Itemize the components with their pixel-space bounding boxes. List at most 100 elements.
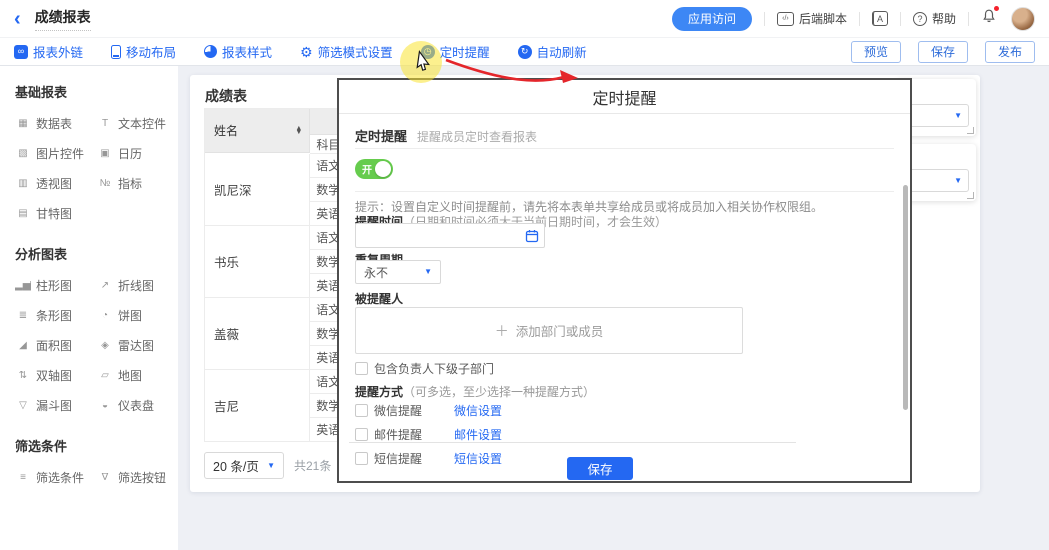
- refresh-icon: ↻: [518, 45, 532, 59]
- section-analysis-charts: 分析图表: [15, 244, 178, 263]
- reminder-time-field: [355, 223, 545, 248]
- sidebar-item-column-chart[interactable]: ▂▅▇柱形图: [15, 277, 97, 294]
- dialog-title: 定时提醒: [339, 80, 910, 114]
- area-chart-icon: ◢: [15, 341, 31, 351]
- sidebar-item-bar-chart[interactable]: ≣条形图: [15, 307, 97, 324]
- sidebar-item-funnel-chart[interactable]: ▽漏斗图: [15, 397, 97, 414]
- app-access-button[interactable]: 应用访问: [672, 7, 752, 31]
- sidebar-item-calendar[interactable]: ▣日历: [97, 145, 175, 162]
- help-button[interactable]: ? 帮助: [913, 10, 956, 27]
- user-avatar[interactable]: [1011, 7, 1035, 31]
- tab-report-external-link[interactable]: ∞ 报表外链: [14, 42, 83, 61]
- wechat-checkbox[interactable]: [355, 404, 368, 417]
- email-settings-link[interactable]: 邮件设置: [454, 426, 502, 443]
- report-designer-app: ‹ 成绩报表 应用访问 ‹/› 后端脚本 A ? 帮助 ∞: [0, 0, 1049, 550]
- sidebar-item-dual-axis-chart[interactable]: ⇅双轴图: [15, 367, 97, 384]
- section-basic-reports: 基础报表: [15, 82, 178, 101]
- email-checkbox[interactable]: [355, 428, 368, 441]
- chevron-down-icon: ▼: [267, 462, 275, 470]
- reminder-toggle-on[interactable]: 开: [355, 159, 393, 179]
- chevron-down-icon: ▼: [424, 268, 432, 276]
- image-widget-icon: ▧: [15, 149, 31, 159]
- plus-icon: ＋: [495, 321, 509, 341]
- sidebar-item-filter-condition[interactable]: ≡筛选条件: [15, 469, 97, 486]
- sms-checkbox[interactable]: [355, 452, 368, 465]
- back-icon[interactable]: ‹: [14, 9, 21, 29]
- reminder-time-input[interactable]: [356, 224, 520, 247]
- sidebar-item-gauge[interactable]: ◒仪表盘: [97, 397, 175, 414]
- pie-style-icon: [204, 45, 217, 58]
- table-row-name: 吉尼: [205, 370, 310, 442]
- page-size-select[interactable]: 20 条/页 ▼: [204, 452, 284, 479]
- table-title: 成绩表: [205, 86, 247, 106]
- section-filter-conditions: 筛选条件: [15, 436, 178, 455]
- save-button[interactable]: 保存: [918, 41, 968, 63]
- gear-icon: ⚙: [300, 45, 313, 59]
- bar-chart-icon: ≣: [15, 311, 31, 321]
- gantt-icon: ▤: [15, 209, 31, 219]
- tab-mobile-layout[interactable]: 移动布局: [111, 42, 176, 61]
- table-row-name: 书乐: [205, 226, 310, 298]
- add-members-button[interactable]: ＋ 添加部门或成员: [355, 307, 743, 354]
- doc-a-icon: A: [872, 11, 888, 26]
- footer-divider: [349, 442, 796, 443]
- include-sub-checkbox[interactable]: [355, 362, 368, 375]
- sort-control[interactable]: ▲▼: [295, 127, 302, 135]
- code-icon: ‹/›: [777, 12, 794, 26]
- chevron-down-icon: ▼: [954, 112, 962, 120]
- dialog-save-button[interactable]: 保存: [567, 457, 633, 480]
- widget-sidebar: 基础报表 ▦数据表 T文本控件 ▧图片控件 ▣日历 ▥透视图 №指标 ▤甘特图 …: [0, 66, 178, 550]
- column-header-name: 姓名 ▲▼: [205, 109, 310, 153]
- field-dictionary-button[interactable]: A: [872, 11, 888, 26]
- calendar-picker-icon[interactable]: [520, 229, 544, 243]
- sidebar-item-map-chart[interactable]: ▱地图: [97, 367, 175, 384]
- reminder-section-header: 定时提醒 提醒成员定时查看报表: [355, 126, 537, 145]
- method-row-email: 邮件提醒 邮件设置: [355, 427, 894, 442]
- alarm-icon: ◷: [421, 45, 435, 59]
- dual-axis-icon: ⇅: [15, 371, 31, 381]
- calendar-widget-icon: ▣: [97, 149, 113, 159]
- tab-scheduled-reminder[interactable]: ◷ 定时提醒: [421, 42, 490, 61]
- publish-button[interactable]: 发布: [985, 41, 1035, 63]
- tab-report-style[interactable]: 报表样式: [204, 42, 272, 61]
- question-icon: ?: [913, 12, 927, 26]
- toggle-knob: [375, 161, 391, 177]
- table-row-name: 凯尼深: [205, 154, 310, 226]
- indicator-icon: №: [97, 179, 113, 189]
- sidebar-item-line-chart[interactable]: ↗折线图: [97, 277, 175, 294]
- sidebar-item-area-chart[interactable]: ◢面积图: [15, 337, 97, 354]
- sidebar-item-pie-chart[interactable]: ◔饼图: [97, 307, 175, 324]
- pivot-icon: ▥: [15, 179, 31, 189]
- sidebar-item-filter-button[interactable]: ∇筛选按钮: [97, 469, 175, 486]
- backend-script-button[interactable]: ‹/› 后端脚本: [777, 10, 847, 27]
- sidebar-item-image-widget[interactable]: ▧图片控件: [15, 145, 97, 162]
- radar-chart-icon: ◈: [97, 341, 113, 351]
- wechat-settings-link[interactable]: 微信设置: [454, 402, 502, 419]
- sidebar-item-indicator[interactable]: №指标: [97, 175, 175, 192]
- funnel-chart-icon: ▽: [15, 401, 31, 411]
- table-row-name: 盖薇: [205, 298, 310, 370]
- filter-widget-select[interactable]: ▼: [903, 169, 969, 192]
- scheduled-reminder-dialog: 定时提醒 定时提醒 提醒成员定时查看报表 开 提示：设置自定义时间提醒前，请先将…: [337, 78, 912, 483]
- reminder-method-label: 提醒方式（可多选，至少选择一种提醒方式）: [355, 383, 595, 400]
- sidebar-item-pivot[interactable]: ▥透视图: [15, 175, 97, 192]
- sidebar-item-radar-chart[interactable]: ◈雷达图: [97, 337, 175, 354]
- map-icon: ▱: [97, 371, 113, 381]
- sms-settings-link[interactable]: 短信设置: [454, 450, 502, 467]
- notification-bell-button[interactable]: [981, 8, 997, 29]
- dialog-scrollbar[interactable]: [903, 185, 908, 410]
- top-header: ‹ 成绩报表 应用访问 ‹/› 后端脚本 A ? 帮助: [0, 0, 1049, 38]
- sidebar-item-data-table[interactable]: ▦数据表: [15, 115, 97, 132]
- total-count: 共21条: [294, 457, 331, 474]
- sidebar-item-gantt[interactable]: ▤甘特图: [15, 205, 97, 222]
- recipients-label: 被提醒人: [355, 290, 403, 307]
- column-chart-icon: ▂▅▇: [15, 281, 31, 291]
- gauge-icon: ◒: [97, 401, 113, 411]
- preview-button[interactable]: 预览: [851, 41, 901, 63]
- repeat-cycle-select[interactable]: 永不 ▼: [355, 260, 441, 284]
- chevron-down-icon: ▼: [954, 177, 962, 185]
- tab-auto-refresh[interactable]: ↻ 自动刷新: [518, 42, 587, 61]
- sidebar-item-text-widget[interactable]: T文本控件: [97, 115, 175, 132]
- tab-filter-mode-settings[interactable]: ⚙ 筛选模式设置: [300, 42, 393, 61]
- filter-widget-select[interactable]: ▼: [903, 104, 969, 127]
